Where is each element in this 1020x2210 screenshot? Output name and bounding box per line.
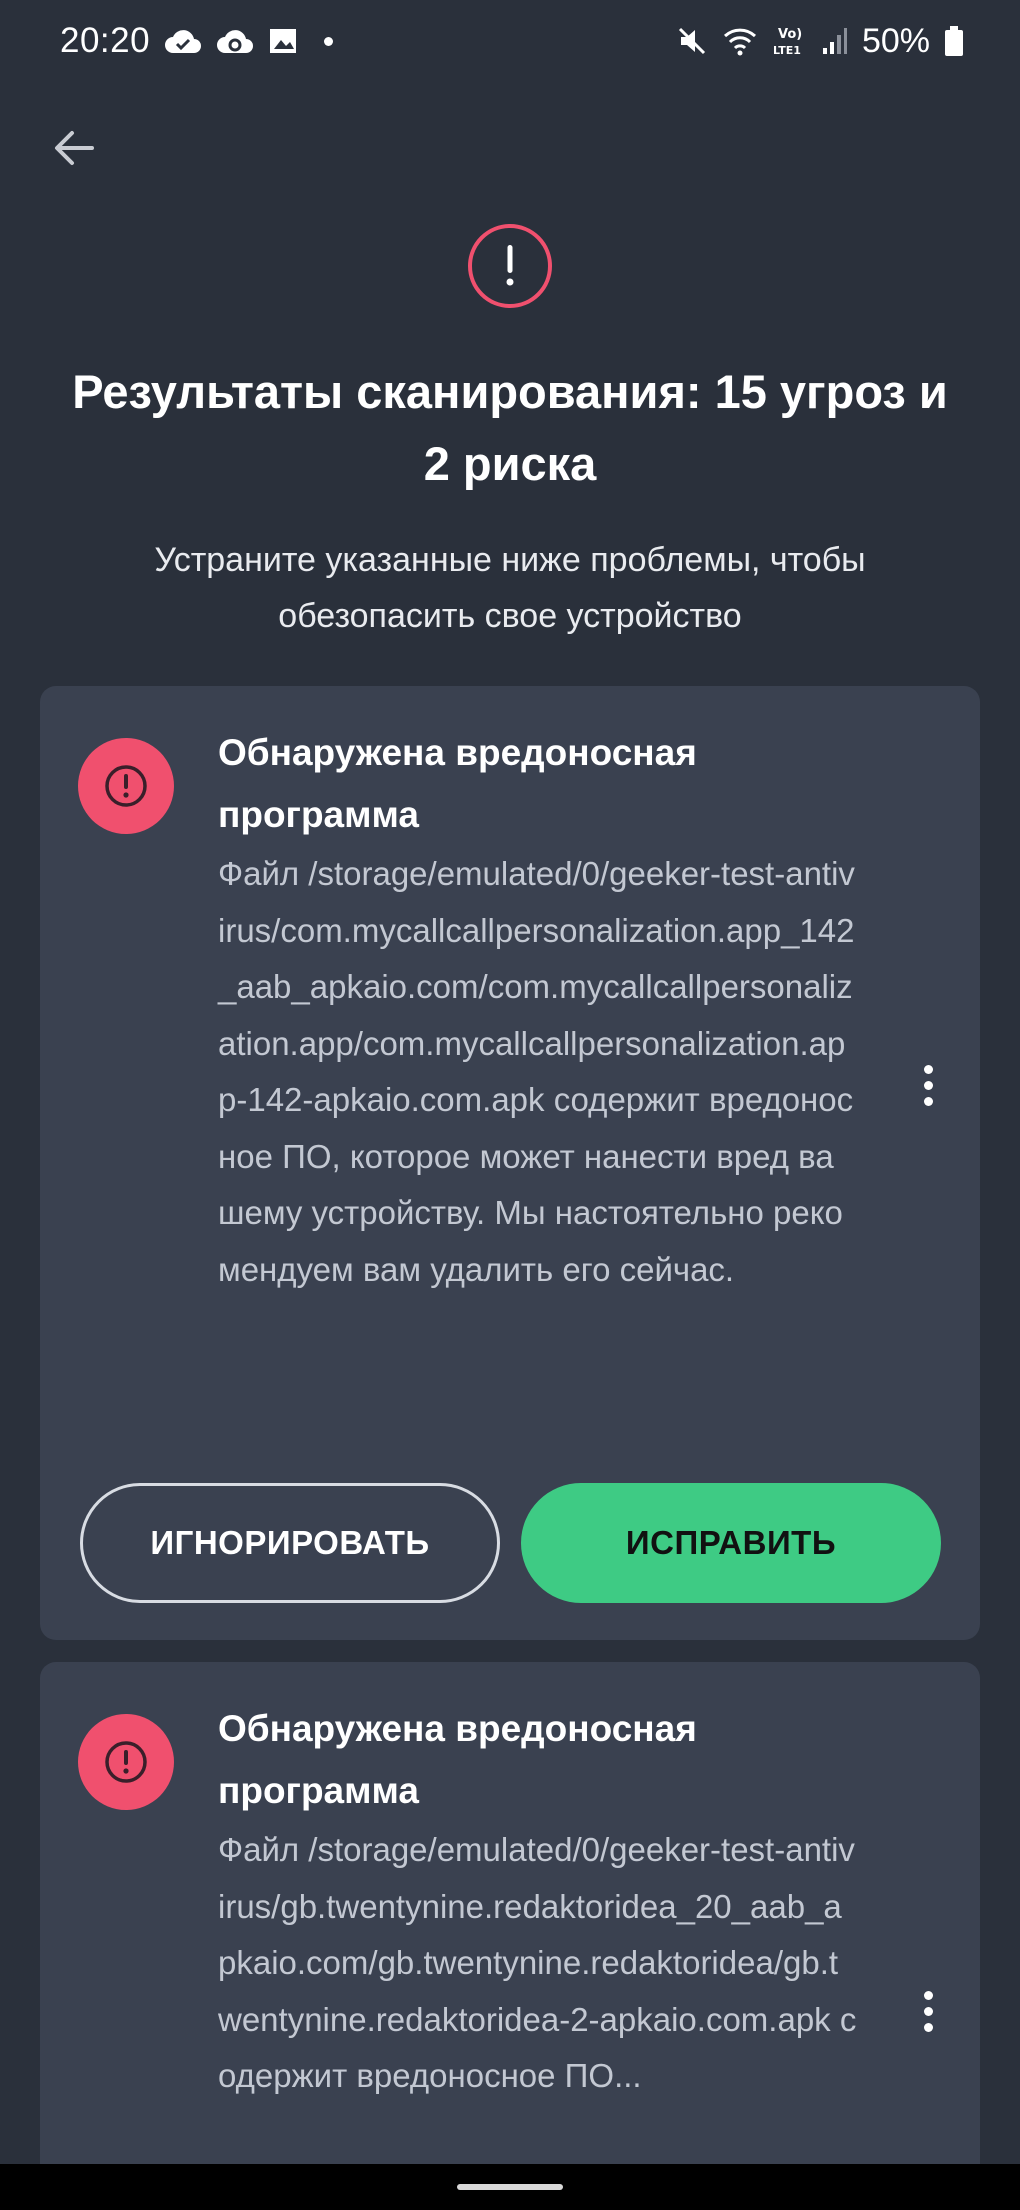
back-button[interactable] — [44, 118, 104, 178]
page-subtitle: Устраните указанные ниже проблемы, чтобы… — [154, 541, 866, 635]
svg-text:Vo): Vo) — [778, 27, 802, 42]
more-dot — [923, 1096, 933, 1106]
status-left: 20:20 — [60, 21, 334, 61]
status-bar: 20:20 Vo) LTE1 50% — [0, 0, 1020, 82]
gallery-icon — [270, 29, 297, 53]
more-dot — [923, 1990, 933, 2000]
navigation-bar — [0, 2164, 1020, 2210]
more-options-button[interactable] — [908, 1050, 948, 1120]
threat-description: Файл /storage/emulated/0/geeker-test-ant… — [218, 855, 855, 1288]
signal-icon — [822, 28, 847, 54]
exclamation-circle-icon — [468, 224, 552, 308]
battery-percent: 50% — [861, 21, 930, 60]
ignore-button[interactable]: ИГНОРИРОВАТЬ — [80, 1483, 500, 1603]
more-dot — [923, 2022, 933, 2032]
svg-text:LTE1: LTE1 — [773, 44, 801, 57]
wifi-icon — [723, 28, 756, 56]
status-right: Vo) LTE1 50% — [676, 22, 964, 61]
cloud-sync-icon — [217, 30, 254, 53]
notification-dot — [324, 36, 334, 46]
fix-button[interactable]: ИСПРАВИТЬ — [521, 1483, 941, 1603]
threat-title: Обнаружена вредоносная программа — [218, 1708, 697, 1811]
threat-title: Обнаружена вредоносная программа — [218, 732, 697, 835]
more-dot — [923, 2006, 933, 2016]
mute-icon — [678, 27, 705, 55]
threat-card: Обнаружена вредоносная программа Файл /s… — [40, 686, 980, 1640]
page-title: Результаты сканирования: 15 угроз и 2 ри… — [72, 365, 948, 490]
home-handle[interactable] — [457, 2184, 563, 2190]
status-time: 20:20 — [60, 21, 151, 60]
arrow-left-icon — [55, 131, 94, 165]
more-dot — [923, 1064, 933, 1074]
threat-card: Обнаружена вредоносная программа Файл /s… — [40, 1662, 980, 2210]
threat-description: Файл /storage/emulated/0/geeker-test-ant… — [218, 1831, 857, 2094]
battery-icon — [945, 26, 963, 56]
more-dot — [923, 1080, 933, 1090]
volte-icon: Vo) LTE1 — [773, 27, 802, 57]
threat-alert-icon — [78, 1714, 174, 1810]
cloud-check-icon — [165, 30, 202, 53]
more-options-button[interactable] — [908, 1976, 948, 2046]
threat-alert-icon — [78, 738, 174, 834]
